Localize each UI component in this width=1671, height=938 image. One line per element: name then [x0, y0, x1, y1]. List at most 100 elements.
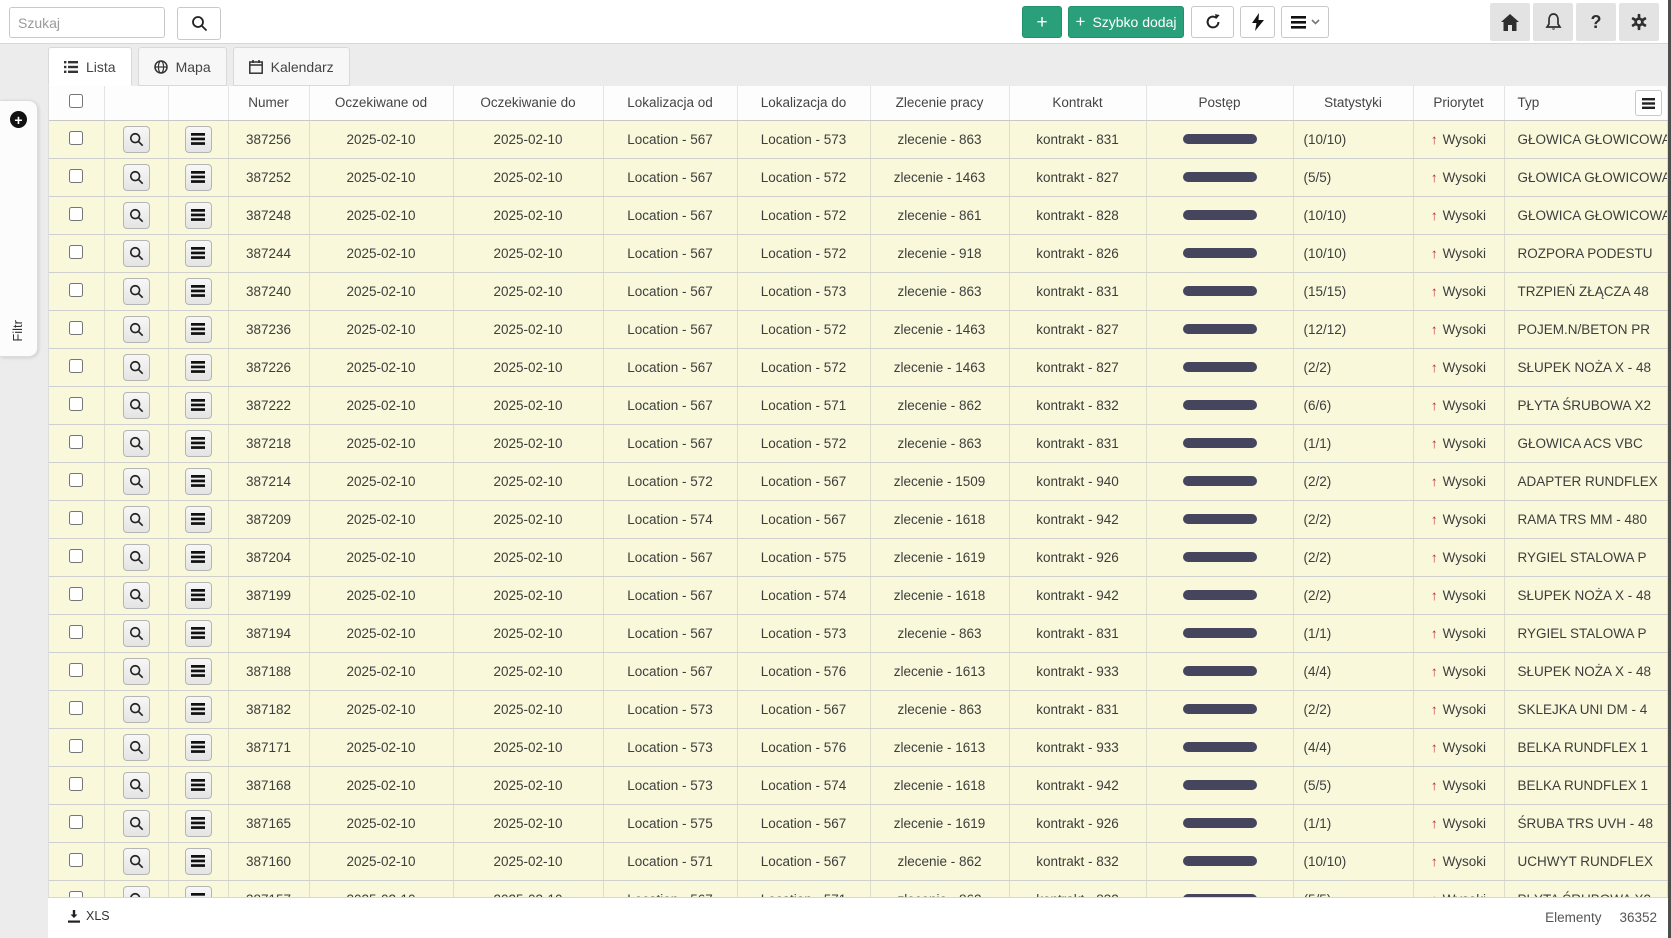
tab-lista[interactable]: Lista	[48, 47, 132, 86]
row-checkbox[interactable]	[69, 359, 83, 373]
row-menu-button[interactable]	[185, 506, 212, 533]
row-inspect-button[interactable]	[123, 582, 150, 609]
row-menu-button[interactable]	[185, 392, 212, 419]
row-checkbox[interactable]	[69, 587, 83, 601]
select-all-checkbox[interactable]	[69, 94, 83, 108]
table-row[interactable]: 387182 2025-02-10 2025-02-10 Location - …	[49, 690, 1668, 728]
add-button[interactable]: +	[1022, 6, 1062, 38]
header-kontrakt[interactable]: Kontrakt	[1009, 86, 1146, 120]
row-inspect-button[interactable]	[123, 620, 150, 647]
row-inspect-button[interactable]	[123, 240, 150, 267]
row-checkbox[interactable]	[69, 131, 83, 145]
row-menu-button[interactable]	[185, 810, 212, 837]
tab-mapa[interactable]: Mapa	[138, 47, 227, 86]
row-checkbox[interactable]	[69, 739, 83, 753]
row-menu-button[interactable]	[185, 620, 212, 647]
row-checkbox[interactable]	[69, 853, 83, 867]
row-menu-button[interactable]	[185, 164, 212, 191]
search-button[interactable]	[177, 7, 221, 40]
settings-button[interactable]	[1619, 3, 1659, 41]
row-inspect-button[interactable]	[123, 772, 150, 799]
table-row[interactable]: 387256 2025-02-10 2025-02-10 Location - …	[49, 120, 1668, 158]
row-menu-button[interactable]	[185, 582, 212, 609]
table-row[interactable]: 387209 2025-02-10 2025-02-10 Location - …	[49, 500, 1668, 538]
table-row[interactable]: 387236 2025-02-10 2025-02-10 Location - …	[49, 310, 1668, 348]
header-postep[interactable]: Postęp	[1146, 86, 1293, 120]
row-inspect-button[interactable]	[123, 658, 150, 685]
header-oczekiwanie-do[interactable]: Oczekiwanie do	[453, 86, 603, 120]
row-menu-button[interactable]	[185, 278, 212, 305]
row-menu-button[interactable]	[185, 430, 212, 457]
search-input[interactable]	[9, 7, 165, 38]
row-checkbox[interactable]	[69, 169, 83, 183]
row-menu-button[interactable]	[185, 240, 212, 267]
row-menu-button[interactable]	[185, 468, 212, 495]
row-inspect-button[interactable]	[123, 468, 150, 495]
row-inspect-button[interactable]	[123, 354, 150, 381]
row-checkbox[interactable]	[69, 283, 83, 297]
row-checkbox[interactable]	[69, 207, 83, 221]
row-inspect-button[interactable]	[123, 544, 150, 571]
row-inspect-button[interactable]	[123, 430, 150, 457]
table-row[interactable]: 387222 2025-02-10 2025-02-10 Location - …	[49, 386, 1668, 424]
row-menu-button[interactable]	[185, 886, 212, 898]
row-checkbox[interactable]	[69, 549, 83, 563]
column-settings-button[interactable]	[1635, 90, 1662, 116]
table-row[interactable]: 387199 2025-02-10 2025-02-10 Location - …	[49, 576, 1668, 614]
row-inspect-button[interactable]	[123, 734, 150, 761]
row-checkbox[interactable]	[69, 701, 83, 715]
filter-panel-label[interactable]: Filtr	[10, 320, 25, 342]
table-row[interactable]: 387252 2025-02-10 2025-02-10 Location - …	[49, 158, 1668, 196]
row-menu-button[interactable]	[185, 734, 212, 761]
row-checkbox[interactable]	[69, 511, 83, 525]
row-inspect-button[interactable]	[123, 696, 150, 723]
table-row[interactable]: 387165 2025-02-10 2025-02-10 Location - …	[49, 804, 1668, 842]
table-row[interactable]: 387160 2025-02-10 2025-02-10 Location - …	[49, 842, 1668, 880]
table-row[interactable]: 387214 2025-02-10 2025-02-10 Location - …	[49, 462, 1668, 500]
row-inspect-button[interactable]	[123, 126, 150, 153]
quick-add-button[interactable]: + Szybko dodaj	[1068, 6, 1184, 38]
row-menu-button[interactable]	[185, 848, 212, 875]
row-menu-button[interactable]	[185, 316, 212, 343]
row-inspect-button[interactable]	[123, 202, 150, 229]
table-row[interactable]: 387157 2025-02-10 2025-02-10 Location - …	[49, 880, 1668, 897]
table-row[interactable]: 387226 2025-02-10 2025-02-10 Location - …	[49, 348, 1668, 386]
refresh-button[interactable]	[1191, 6, 1234, 38]
row-checkbox[interactable]	[69, 473, 83, 487]
row-checkbox[interactable]	[69, 777, 83, 791]
row-menu-button[interactable]	[185, 544, 212, 571]
header-lokalizacja-od[interactable]: Lokalizacja od	[603, 86, 737, 120]
header-priorytet[interactable]: Priorytet	[1413, 86, 1504, 120]
tab-kalendarz[interactable]: Kalendarz	[233, 47, 350, 86]
row-inspect-button[interactable]	[123, 278, 150, 305]
row-checkbox[interactable]	[69, 321, 83, 335]
table-row[interactable]: 387244 2025-02-10 2025-02-10 Location - …	[49, 234, 1668, 272]
row-checkbox[interactable]	[69, 625, 83, 639]
lightning-button[interactable]	[1240, 6, 1275, 38]
header-zlecenie-pracy[interactable]: Zlecenie pracy	[870, 86, 1009, 120]
table-row[interactable]: 387248 2025-02-10 2025-02-10 Location - …	[49, 196, 1668, 234]
table-row[interactable]: 387168 2025-02-10 2025-02-10 Location - …	[49, 766, 1668, 804]
row-menu-button[interactable]	[185, 202, 212, 229]
row-menu-button[interactable]	[185, 696, 212, 723]
row-menu-button[interactable]	[185, 126, 212, 153]
notifications-button[interactable]	[1533, 3, 1573, 41]
table-row[interactable]: 387204 2025-02-10 2025-02-10 Location - …	[49, 538, 1668, 576]
table-row[interactable]: 387188 2025-02-10 2025-02-10 Location - …	[49, 652, 1668, 690]
actions-menu-button[interactable]	[1281, 6, 1329, 38]
export-xls-button[interactable]: XLS	[68, 909, 110, 923]
table-row[interactable]: 387218 2025-02-10 2025-02-10 Location - …	[49, 424, 1668, 462]
row-inspect-button[interactable]	[123, 886, 150, 898]
row-checkbox[interactable]	[69, 663, 83, 677]
help-button[interactable]: ?	[1576, 3, 1616, 41]
row-inspect-button[interactable]	[123, 164, 150, 191]
header-numer[interactable]: Numer	[228, 86, 309, 120]
expand-filter-button[interactable]: +	[10, 111, 27, 128]
row-inspect-button[interactable]	[123, 506, 150, 533]
row-inspect-button[interactable]	[123, 848, 150, 875]
row-inspect-button[interactable]	[123, 316, 150, 343]
row-checkbox[interactable]	[69, 815, 83, 829]
header-lokalizacja-do[interactable]: Lokalizacja do	[737, 86, 870, 120]
row-checkbox[interactable]	[69, 435, 83, 449]
header-statystyki[interactable]: Statystyki	[1293, 86, 1413, 120]
